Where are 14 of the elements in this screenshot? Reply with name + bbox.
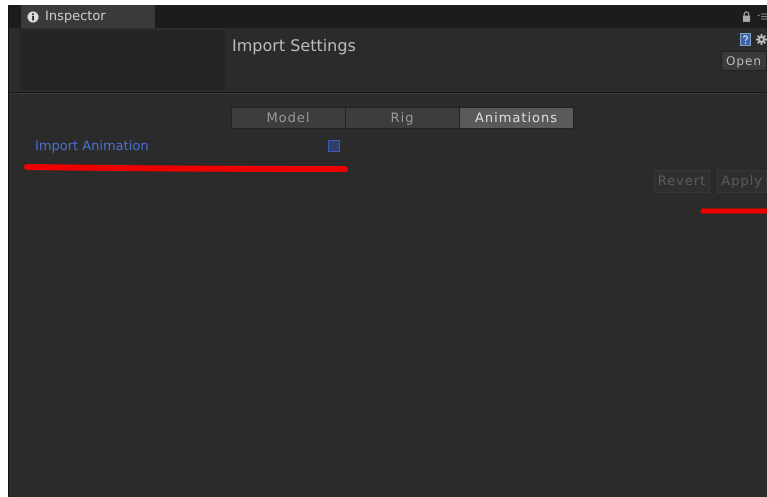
open-button[interactable]: Open — [720, 51, 767, 71]
help-icon[interactable] — [740, 33, 751, 46]
settings-icon[interactable] — [756, 34, 767, 45]
menu-icon[interactable] — [757, 12, 767, 21]
lock-icon[interactable] — [742, 11, 751, 22]
underline-mark — [700, 207, 767, 215]
option-label: Import Animation — [35, 138, 150, 154]
tab[interactable]: Model — [231, 107, 346, 129]
inspector-tab[interactable]: Inspector — [21, 5, 155, 28]
header-title: Import Settings — [231, 35, 357, 57]
info-icon — [27, 10, 39, 22]
checkbox[interactable] — [328, 140, 340, 152]
tab[interactable]: Rig — [345, 107, 460, 129]
tab[interactable]: Animations — [459, 107, 574, 129]
